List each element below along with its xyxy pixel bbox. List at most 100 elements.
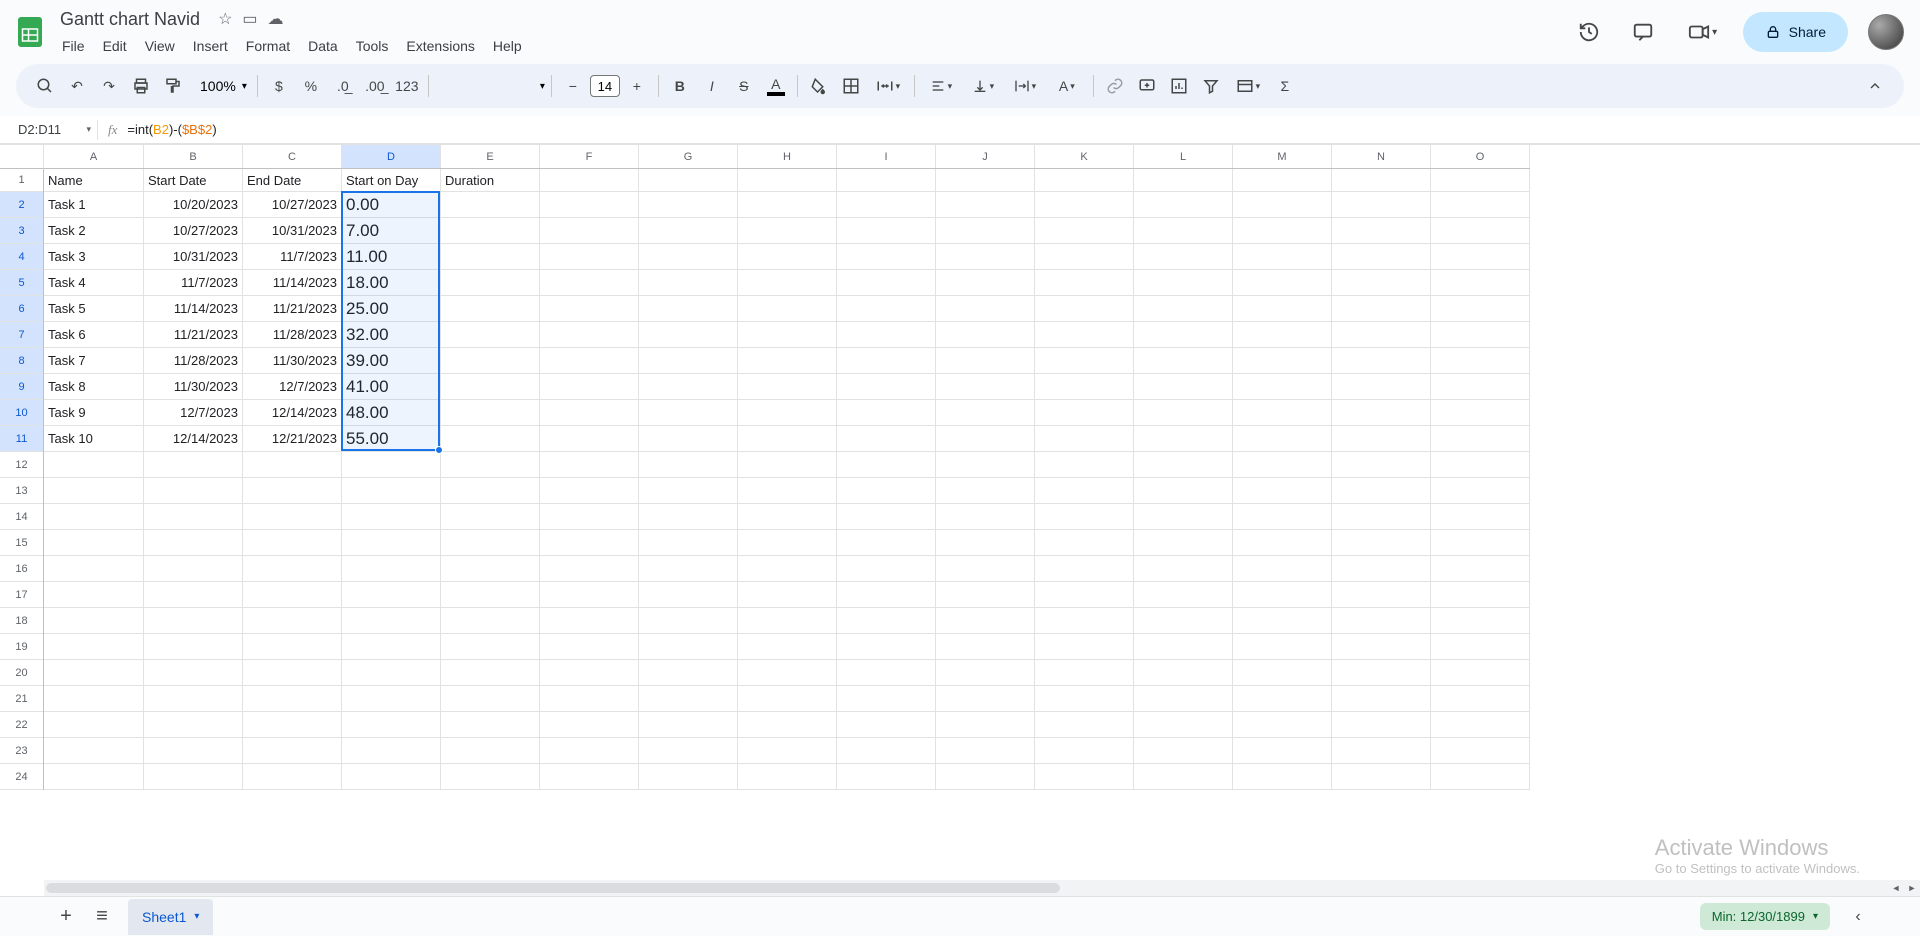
cell[interactable]	[738, 270, 837, 295]
functions-icon[interactable]: Σ	[1270, 71, 1300, 101]
cell[interactable]	[441, 530, 540, 555]
cell[interactable]	[342, 738, 441, 763]
cell[interactable]	[1431, 296, 1530, 321]
cell[interactable]: 10/27/2023	[243, 192, 342, 217]
cell[interactable]	[1035, 348, 1134, 373]
cell[interactable]	[44, 686, 144, 711]
cell[interactable]	[441, 296, 540, 321]
cell[interactable]	[1134, 712, 1233, 737]
row-header[interactable]: 7	[0, 322, 43, 348]
cell[interactable]	[540, 296, 639, 321]
cell[interactable]	[441, 244, 540, 269]
borders-icon[interactable]	[836, 71, 866, 101]
add-sheet-button[interactable]: +	[48, 899, 84, 935]
cell[interactable]	[738, 556, 837, 581]
cell[interactable]	[1035, 556, 1134, 581]
menu-data[interactable]: Data	[300, 34, 346, 58]
cell[interactable]	[1035, 400, 1134, 425]
cell[interactable]	[540, 452, 639, 477]
cell[interactable]	[540, 660, 639, 685]
h-scrollbar[interactable]	[44, 880, 1888, 896]
cell[interactable]	[44, 738, 144, 763]
chart-icon[interactable]	[1164, 71, 1194, 101]
cell[interactable]	[1233, 556, 1332, 581]
cell[interactable]	[441, 738, 540, 763]
cell[interactable]	[441, 764, 540, 789]
cell[interactable]	[936, 192, 1035, 217]
meet-icon[interactable]: ▾	[1677, 12, 1729, 52]
cell[interactable]	[1332, 478, 1431, 503]
cell[interactable]	[837, 660, 936, 685]
cell[interactable]: 11/30/2023	[144, 374, 243, 399]
col-header-J[interactable]: J	[936, 145, 1035, 168]
scroll-left-icon[interactable]: ◄	[1888, 880, 1904, 896]
cell[interactable]	[738, 582, 837, 607]
cell[interactable]	[1134, 634, 1233, 659]
cell[interactable]	[540, 738, 639, 763]
cell[interactable]	[540, 270, 639, 295]
cell[interactable]	[936, 452, 1035, 477]
cell[interactable]	[342, 686, 441, 711]
cell[interactable]	[1134, 452, 1233, 477]
cell[interactable]	[738, 348, 837, 373]
cell[interactable]	[837, 530, 936, 555]
select-all-corner[interactable]	[0, 145, 44, 169]
cell[interactable]	[738, 192, 837, 217]
comments-icon[interactable]	[1623, 12, 1663, 52]
scroll-right-icon[interactable]: ►	[1904, 880, 1920, 896]
cell[interactable]	[540, 169, 639, 191]
cell[interactable]: 10/27/2023	[144, 218, 243, 243]
cell[interactable]	[1134, 244, 1233, 269]
font-size-input[interactable]	[590, 75, 620, 97]
cell[interactable]: 12/7/2023	[243, 374, 342, 399]
cell[interactable]	[1431, 426, 1530, 451]
filter-icon[interactable]	[1196, 71, 1226, 101]
cell[interactable]	[1431, 478, 1530, 503]
star-icon[interactable]: ☆	[218, 9, 232, 29]
cell[interactable]	[243, 660, 342, 685]
cell[interactable]	[738, 738, 837, 763]
row-header[interactable]: 18	[0, 608, 43, 634]
cell[interactable]	[44, 530, 144, 555]
cell[interactable]	[1431, 712, 1530, 737]
cell[interactable]	[1233, 582, 1332, 607]
cell[interactable]: 11/21/2023	[243, 296, 342, 321]
row-header[interactable]: 5	[0, 270, 43, 296]
cell[interactable]	[1431, 348, 1530, 373]
cell[interactable]	[1431, 556, 1530, 581]
cell[interactable]	[639, 426, 738, 451]
cell[interactable]	[1431, 400, 1530, 425]
cell[interactable]	[1332, 530, 1431, 555]
cell[interactable]	[1035, 322, 1134, 347]
cell[interactable]	[1332, 348, 1431, 373]
cell[interactable]: 10/20/2023	[144, 192, 243, 217]
cell[interactable]	[738, 660, 837, 685]
cell[interactable]	[738, 244, 837, 269]
cell[interactable]	[1431, 374, 1530, 399]
cell[interactable]	[1431, 686, 1530, 711]
col-header-N[interactable]: N	[1332, 145, 1431, 168]
italic-icon[interactable]: I	[697, 71, 727, 101]
cell[interactable]	[1233, 218, 1332, 243]
cell[interactable]	[837, 556, 936, 581]
cell[interactable]	[1134, 169, 1233, 191]
cell[interactable]	[1035, 764, 1134, 789]
cell[interactable]	[1332, 634, 1431, 659]
cell[interactable]	[738, 686, 837, 711]
cell[interactable]	[1233, 169, 1332, 191]
menu-help[interactable]: Help	[485, 34, 530, 58]
row-header[interactable]: 1	[0, 169, 43, 192]
col-header-I[interactable]: I	[837, 145, 936, 168]
cell[interactable]	[44, 764, 144, 789]
cell[interactable]	[1035, 712, 1134, 737]
cell[interactable]	[936, 764, 1035, 789]
cell[interactable]	[144, 738, 243, 763]
history-icon[interactable]	[1569, 12, 1609, 52]
cell[interactable]	[243, 556, 342, 581]
cell[interactable]: 48.00	[342, 400, 441, 425]
cell[interactable]	[1035, 270, 1134, 295]
cell[interactable]: Task 4	[44, 270, 144, 295]
cell[interactable]: Task 5	[44, 296, 144, 321]
col-header-E[interactable]: E	[441, 145, 540, 168]
col-header-B[interactable]: B	[144, 145, 243, 168]
